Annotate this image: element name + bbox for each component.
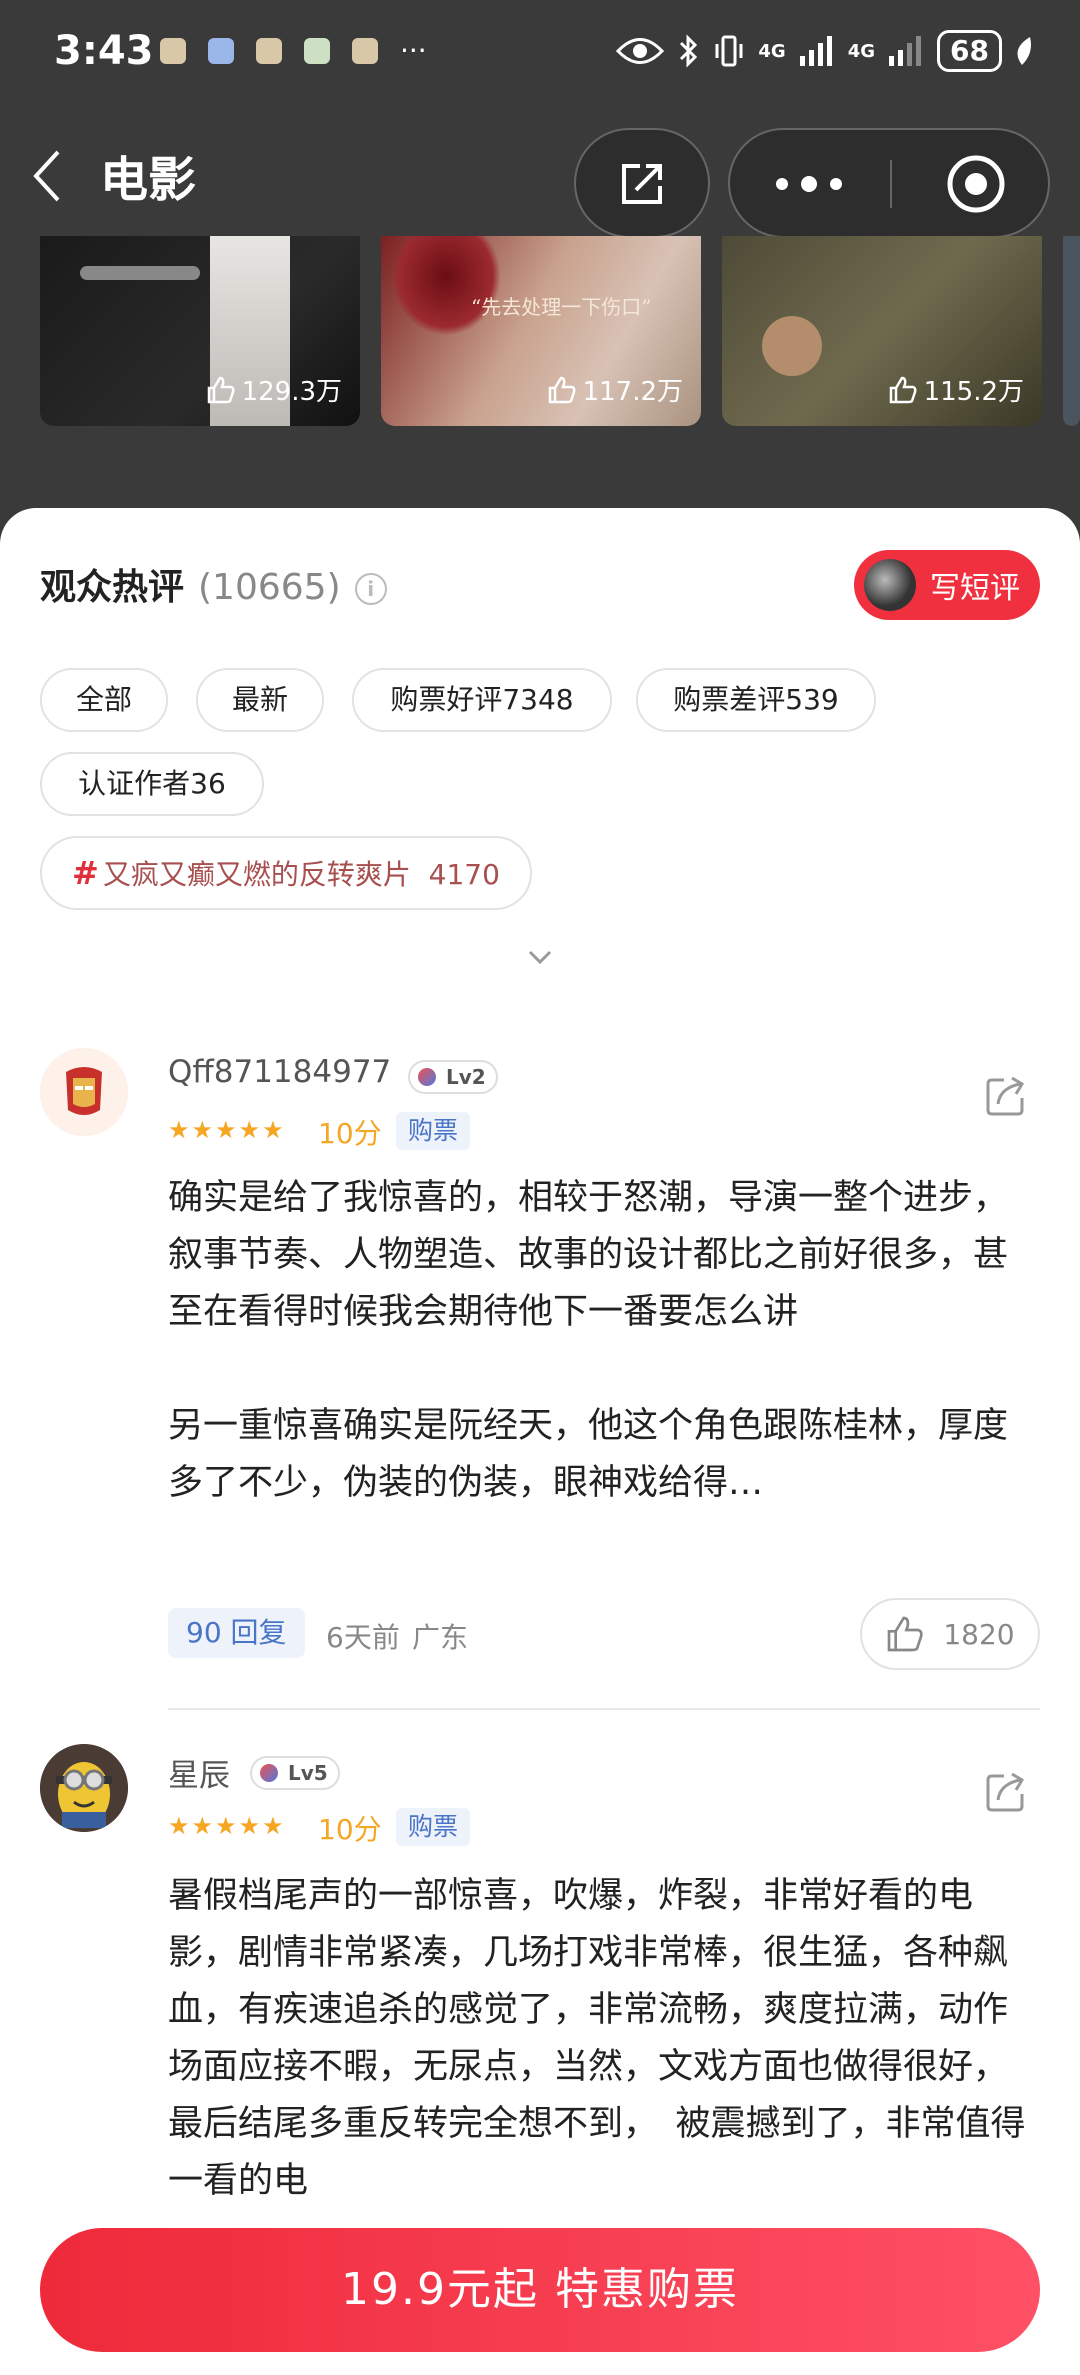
navigation-bar: 电影 bbox=[0, 120, 1080, 240]
share-capsule-button[interactable] bbox=[574, 128, 710, 238]
hashtag-icon: # bbox=[72, 854, 99, 892]
likes-count: 117.2万 bbox=[582, 377, 683, 407]
thumbs-up-icon bbox=[888, 1616, 924, 1652]
username[interactable]: 星辰 bbox=[168, 1750, 230, 1795]
topic-text: 又疯又癫又燃的反转爽片 bbox=[102, 858, 411, 891]
user-avatar[interactable] bbox=[40, 1048, 128, 1136]
rating-stars: ★★★★★ bbox=[168, 1812, 286, 1840]
divider bbox=[168, 1708, 1040, 1710]
review-location: 广东 bbox=[412, 1621, 469, 1654]
bluetooth-icon bbox=[680, 34, 698, 68]
filter-chip-all[interactable]: 全部 bbox=[40, 668, 168, 732]
username[interactable]: Qff871184977 bbox=[168, 1054, 391, 1090]
filter-chip-positive[interactable]: 购票好评7348 bbox=[352, 668, 612, 732]
buy-ticket-button[interactable]: 19.9元起 特惠购票 bbox=[40, 2228, 1040, 2352]
share-icon bbox=[622, 164, 662, 204]
review-count: (10665) bbox=[198, 567, 341, 608]
signal-icon bbox=[799, 36, 832, 66]
thumbnail-likes: 115.2万 bbox=[888, 371, 1024, 408]
network-4g-label: 4G bbox=[758, 40, 786, 62]
thumbs-up-icon bbox=[548, 376, 576, 403]
chevron-left-icon bbox=[33, 150, 60, 202]
app-notification-icon bbox=[256, 38, 282, 64]
thumbnail-likes: 129.3万 bbox=[206, 371, 342, 408]
ironman-avatar-icon bbox=[40, 1048, 128, 1136]
leaf-icon bbox=[1017, 37, 1031, 65]
review-time: 6天前 bbox=[326, 1621, 400, 1654]
user-avatar bbox=[864, 559, 916, 611]
write-review-button[interactable]: 写短评 bbox=[854, 550, 1040, 620]
more-icon[interactable] bbox=[774, 174, 844, 194]
app-notification-icon bbox=[304, 38, 330, 64]
section-title: 观众热评 bbox=[40, 567, 185, 608]
network-4g-label: 4G bbox=[847, 40, 876, 62]
filter-chip-verified[interactable]: 认证作者36 bbox=[40, 752, 264, 816]
app-notification-icon bbox=[208, 38, 234, 64]
app-notification-icon bbox=[352, 38, 378, 64]
video-thumbnail-partial[interactable] bbox=[1063, 236, 1080, 426]
video-thumbnails: 129.3万 “先去处理一下伤口” 117.2万 115.2万 bbox=[0, 236, 1080, 426]
rating-score: 10分 bbox=[318, 1813, 382, 1846]
thumbs-up-icon bbox=[207, 376, 235, 403]
notification-icons: ··· bbox=[160, 34, 427, 67]
level-badge: Lv2 bbox=[408, 1060, 498, 1094]
video-thumbnail[interactable]: 129.3万 bbox=[40, 236, 360, 426]
close-program-icon[interactable] bbox=[944, 152, 1008, 216]
purchase-tag: 购票 bbox=[396, 1808, 471, 1846]
video-thumbnail[interactable]: 115.2万 bbox=[722, 236, 1042, 426]
status-right: 4G 4G 68 bbox=[616, 30, 1034, 72]
back-button[interactable] bbox=[26, 146, 70, 206]
topic-count: 4170 bbox=[428, 858, 500, 891]
capsule-divider bbox=[890, 160, 892, 208]
like-button[interactable]: 1820 bbox=[860, 1598, 1040, 1670]
minion-avatar-icon bbox=[40, 1744, 128, 1832]
reply-count-button[interactable]: 90 回复 bbox=[168, 1608, 305, 1658]
like-count: 1820 bbox=[943, 1617, 1015, 1651]
write-review-label: 写短评 bbox=[930, 571, 1020, 606]
likes-count: 129.3万 bbox=[241, 377, 342, 407]
chevron-down-icon[interactable] bbox=[522, 944, 558, 968]
info-icon[interactable]: i bbox=[354, 573, 387, 605]
purchase-tag: 购票 bbox=[396, 1112, 471, 1150]
thumbnail-likes: 117.2万 bbox=[547, 371, 683, 408]
status-time: 3:43 bbox=[54, 28, 154, 74]
header-area: 3:43 ··· 4G 4G 68 电影 129.3万 “先去处理一下伤口” 1… bbox=[0, 0, 1080, 560]
filter-chip-latest[interactable]: 最新 bbox=[196, 668, 324, 732]
topic-tag[interactable]: # 又疯又癫又燃的反转爽片 4170 bbox=[40, 836, 532, 910]
level-badge: Lv5 bbox=[250, 1756, 340, 1790]
share-icon[interactable] bbox=[984, 1770, 1028, 1814]
likes-count: 115.2万 bbox=[923, 377, 1024, 407]
section-header: 观众热评 (10665) i bbox=[40, 558, 387, 610]
app-notification-icon bbox=[160, 38, 186, 64]
status-bar: 3:43 ··· 4G 4G 68 bbox=[0, 0, 1080, 110]
video-thumbnail[interactable]: “先去处理一下伤口” 117.2万 bbox=[381, 236, 701, 426]
eye-icon bbox=[616, 38, 665, 64]
wound-shape bbox=[391, 236, 501, 336]
door-handle-shape bbox=[80, 266, 200, 280]
share-icon[interactable] bbox=[984, 1074, 1028, 1118]
signal-icon bbox=[889, 36, 922, 66]
mini-program-capsule bbox=[728, 128, 1050, 238]
battery-indicator: 68 bbox=[937, 30, 1002, 72]
more-notifications-icon: ··· bbox=[400, 34, 427, 67]
thumbnail-caption: “先去处理一下伤口” bbox=[471, 295, 652, 319]
filter-chip-negative[interactable]: 购票差评539 bbox=[636, 668, 876, 732]
reviews-sheet: 观众热评 (10665) i 写短评 全部 最新 购票好评7348 购票差评539 … bbox=[0, 508, 1080, 2375]
rating-stars: ★★★★★ bbox=[168, 1116, 286, 1144]
hand-shape bbox=[762, 316, 822, 376]
rating-score: 10分 bbox=[318, 1117, 382, 1150]
thumbs-up-icon bbox=[889, 376, 917, 403]
vibrate-icon bbox=[715, 35, 743, 67]
page-title: 电影 bbox=[100, 152, 197, 208]
user-avatar[interactable] bbox=[40, 1744, 128, 1832]
review-content[interactable]: 确实是给了我惊喜的，相较于怒潮，导演一整个进步，叙事节奏、人物塑造、故事的设计都… bbox=[168, 1170, 1028, 1570]
